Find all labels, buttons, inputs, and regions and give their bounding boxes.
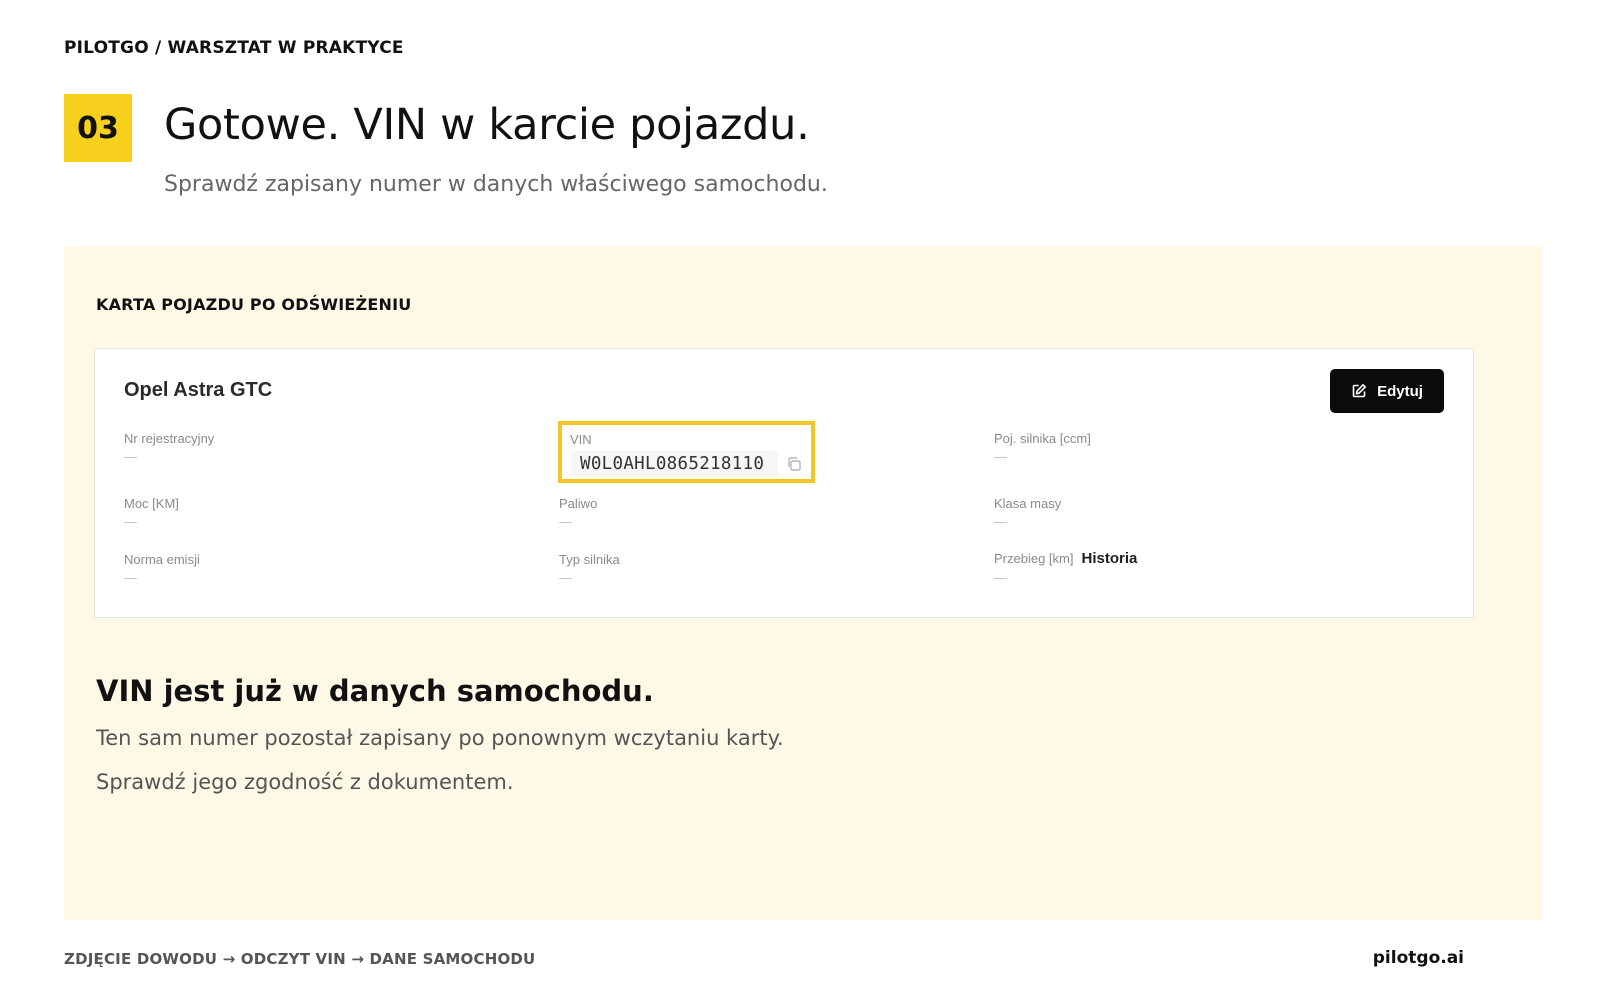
field-value: — bbox=[994, 570, 1007, 585]
field-label: Paliwo bbox=[559, 496, 598, 511]
footer-site[interactable]: pilotgo.ai bbox=[1373, 948, 1464, 968]
field-engine-type: Typ silnika — bbox=[559, 552, 620, 585]
message-line-1: Ten sam numer pozostał zapisany po ponow… bbox=[96, 726, 784, 750]
field-value: — bbox=[994, 514, 1007, 529]
field-fuel: Paliwo — bbox=[559, 496, 598, 529]
edit-button-label: Edytuj bbox=[1377, 382, 1423, 400]
step-badge: 03 bbox=[64, 94, 132, 162]
message-title: VIN jest już w danych samochodu. bbox=[96, 674, 654, 708]
field-engine-capacity: Poj. silnika [ccm] — bbox=[994, 431, 1091, 464]
field-power: Moc [KM] — bbox=[124, 496, 179, 529]
field-value: — bbox=[559, 570, 572, 585]
car-name: Opel Astra GTC bbox=[124, 379, 273, 401]
vin-label: VIN bbox=[570, 432, 592, 447]
field-label: Typ silnika bbox=[559, 552, 620, 567]
field-value: — bbox=[124, 570, 137, 585]
field-label-row: Przebieg [km] Historia bbox=[994, 550, 1137, 567]
field-mileage: Przebieg [km] Historia — bbox=[994, 550, 1137, 585]
content-panel: KARTA POJAZDU PO ODŚWIEŻENIU Opel Astra … bbox=[64, 246, 1542, 920]
field-label: Norma emisji bbox=[124, 552, 200, 567]
message-line-2: Sprawdź jego zgodność z dokumentem. bbox=[96, 770, 514, 794]
panel-label: KARTA POJAZDU PO ODŚWIEŻENIU bbox=[96, 295, 412, 314]
copy-icon[interactable] bbox=[786, 456, 802, 472]
edit-button[interactable]: Edytuj bbox=[1330, 369, 1444, 413]
field-value: — bbox=[124, 449, 137, 464]
field-label: Moc [KM] bbox=[124, 496, 179, 511]
footer-flow: ZDJĘCIE DOWODU → ODCZYT VIN → DANE SAMOC… bbox=[64, 950, 536, 968]
vin-value-box: W0L0AHL0865218110 bbox=[572, 451, 778, 477]
vehicle-card: Opel Astra GTC Edytuj Nr rejestracyjny —… bbox=[94, 348, 1474, 618]
field-label: Klasa masy bbox=[994, 496, 1062, 511]
edit-icon bbox=[1352, 384, 1367, 398]
vin-value: W0L0AHL0865218110 bbox=[580, 454, 765, 474]
page-title: Gotowe. VIN w karcie pojazdu. bbox=[164, 100, 810, 150]
field-registration: Nr rejestracyjny — bbox=[124, 431, 215, 464]
brand-breadcrumb: PILOTGO / WARSZTAT W PRAKTYCE bbox=[64, 38, 404, 58]
vin-highlight: VIN W0L0AHL0865218110 bbox=[558, 421, 815, 483]
field-value: — bbox=[124, 514, 137, 529]
field-label: Przebieg [km] bbox=[994, 551, 1074, 566]
field-weight-class: Klasa masy — bbox=[994, 496, 1062, 529]
page-subtitle: Sprawdź zapisany numer w danych właściwe… bbox=[164, 172, 828, 197]
field-label: Poj. silnika [ccm] bbox=[994, 431, 1091, 446]
history-link[interactable]: Historia bbox=[1081, 550, 1137, 567]
field-value: — bbox=[559, 514, 572, 529]
field-value: — bbox=[994, 449, 1007, 464]
field-label: Nr rejestracyjny bbox=[124, 431, 215, 446]
field-emission-norm: Norma emisji — bbox=[124, 552, 200, 585]
